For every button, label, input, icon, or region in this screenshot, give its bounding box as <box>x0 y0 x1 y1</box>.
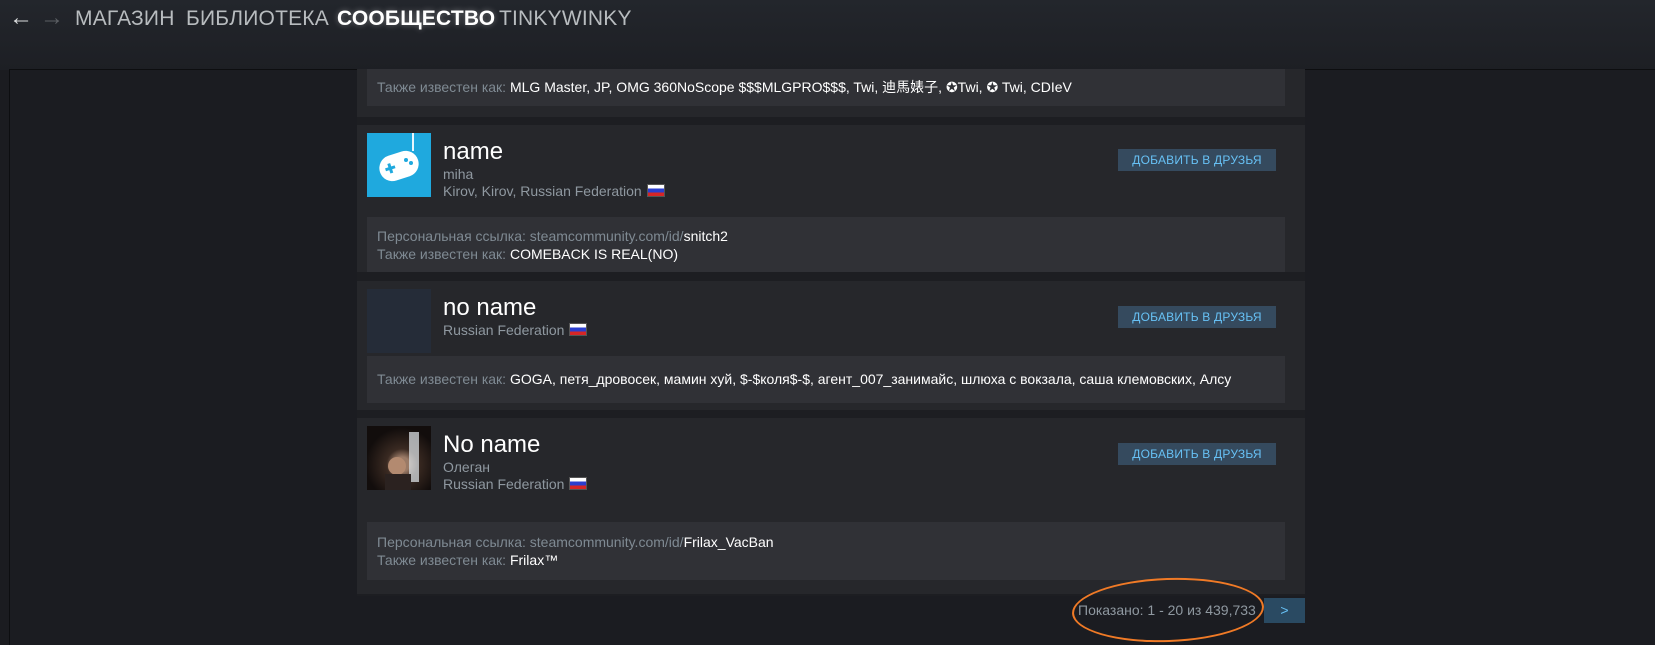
nav-store[interactable]: МАГАЗИН <box>75 7 175 31</box>
photo-avatar-image <box>385 432 419 490</box>
profile-url-label: Персональная ссылка: <box>377 534 526 550</box>
aka-line: Также известен как: GOGA, петя_дровосек,… <box>377 370 1231 388</box>
nav-library[interactable]: БИБЛИОТЕКА <box>186 7 329 31</box>
profile-url-prefix: steamcommunity.com/id/ <box>529 534 684 550</box>
aka-label: Также известен как: <box>377 79 507 95</box>
avatar[interactable] <box>367 133 431 197</box>
location-text: Kirov, Kirov, Russian Federation <box>443 183 642 199</box>
gamepad-icon <box>379 133 419 182</box>
russia-flag-icon <box>646 184 665 197</box>
location: Russian Federation <box>443 476 588 493</box>
aka-box: Персональная ссылка: steamcommunity.com/… <box>367 522 1285 580</box>
aka-line: Также известен как: Frilax™ <box>377 551 558 569</box>
russia-flag-icon <box>569 323 588 336</box>
russia-flag-icon <box>569 477 588 490</box>
aka-box: Также известен как: GOGA, петя_дровосек,… <box>367 356 1285 403</box>
aka-value: Frilax™ <box>509 552 559 568</box>
location: Russian Federation <box>443 322 588 339</box>
location-text: Russian Federation <box>443 476 565 492</box>
aka-label: Также известен как: <box>377 371 507 387</box>
result-card: Также известен как: MLG Master, JP, OMG … <box>357 69 1305 117</box>
location-text: Russian Federation <box>443 322 565 338</box>
forward-arrow-icon[interactable]: → <box>40 6 64 30</box>
aka-value: GOGA, петя_дровосек, мамин хуй, $-$коля$… <box>509 371 1232 387</box>
add-friend-button[interactable]: ДОБАВИТЬ В ДРУЗЬЯ <box>1118 149 1276 171</box>
result-card: name miha Kirov, Kirov, Russian Federati… <box>357 125 1305 272</box>
aka-label: Также известен как: <box>377 552 507 568</box>
top-nav-bar: ← → МАГАЗИН БИБЛИОТЕКА СООБЩЕСТВО TINKYW… <box>0 0 1655 70</box>
location: Kirov, Kirov, Russian Federation <box>443 183 665 200</box>
aka-box: Персональная ссылка: steamcommunity.com/… <box>367 217 1285 272</box>
profile-url-label: Персональная ссылка: <box>377 228 526 244</box>
real-name: Олеган <box>443 459 491 475</box>
real-name: miha <box>443 166 474 182</box>
aka-line: Также известен как: COMEBACK IS REAL(NO) <box>377 245 678 263</box>
profile-url-line: Персональная ссылка: steamcommunity.com/… <box>377 227 728 245</box>
persona-name[interactable]: name <box>443 138 503 166</box>
profile-url-id[interactable]: Frilax_VacBan <box>684 534 774 550</box>
aka-value: COMEBACK IS REAL(NO) <box>509 246 678 262</box>
avatar[interactable] <box>367 426 431 490</box>
persona-name[interactable]: No name <box>443 431 540 459</box>
aka-line: Также известен как: MLG Master, JP, OMG … <box>377 78 1072 96</box>
nav-profile[interactable]: TINKYWINKY <box>499 7 632 31</box>
avatar[interactable] <box>367 289 431 353</box>
profile-url-line: Персональная ссылка: steamcommunity.com/… <box>377 533 774 551</box>
back-arrow-icon[interactable]: ← <box>9 6 33 30</box>
profile-url-prefix: steamcommunity.com/id/ <box>529 228 684 244</box>
aka-label: Также известен как: <box>377 246 507 262</box>
add-friend-button[interactable]: ДОБАВИТЬ В ДРУЗЬЯ <box>1118 306 1276 328</box>
result-card: No name Олеган Russian Federation ДОБАВИ… <box>357 418 1305 594</box>
aka-box: Также известен как: MLG Master, JP, OMG … <box>367 69 1285 106</box>
aka-value: MLG Master, JP, OMG 360NoScope $$$MLGPRO… <box>509 79 1072 95</box>
add-friend-button[interactable]: ДОБАВИТЬ В ДРУЗЬЯ <box>1118 443 1276 465</box>
next-page-button[interactable]: > <box>1264 598 1305 623</box>
nav-community[interactable]: СООБЩЕСТВО <box>337 7 495 31</box>
persona-name[interactable]: no name <box>443 294 536 322</box>
profile-url-id[interactable]: snitch2 <box>684 228 728 244</box>
result-card: no name Russian Federation ДОБАВИТЬ В ДР… <box>357 281 1305 410</box>
